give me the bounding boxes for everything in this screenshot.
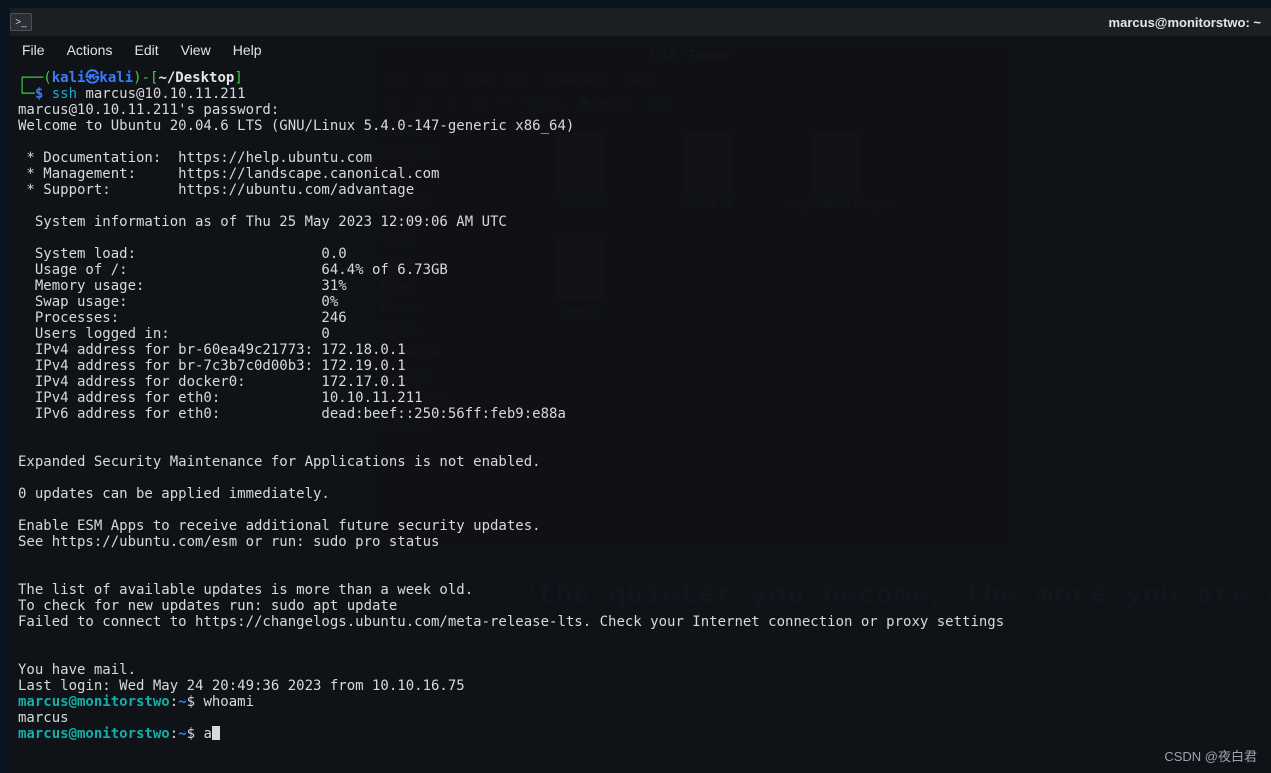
sysinfo-row: Processes: 246 bbox=[18, 310, 347, 326]
prompt-user: kali㉿kali bbox=[52, 70, 133, 86]
sysinfo-row: Usage of /: 64.4% of 6.73GB bbox=[18, 262, 448, 278]
ssh-link: * Management: https://landscape.canonica… bbox=[18, 166, 439, 182]
stale-updates-line: To check for new updates run: sudo apt u… bbox=[18, 598, 397, 614]
shell-prompt-dollar: $ bbox=[187, 726, 204, 742]
sysinfo-row: IPv4 address for br-60ea49c21773: 172.18… bbox=[18, 342, 406, 358]
sysinfo-row: System load: 0.0 bbox=[18, 246, 347, 262]
shell-cmd-whoami: whoami bbox=[203, 694, 254, 710]
mail-line: You have mail. bbox=[18, 662, 136, 678]
ssh-link: * Documentation: https://help.ubuntu.com bbox=[18, 150, 372, 166]
esm-enable-line: See https://ubuntu.com/esm or run: sudo … bbox=[18, 534, 439, 550]
ssh-welcome: Welcome to Ubuntu 20.04.6 LTS (GNU/Linux… bbox=[18, 118, 574, 134]
sysinfo-row: Swap usage: 0% bbox=[18, 294, 338, 310]
shell-prompt-path: ~ bbox=[178, 726, 186, 742]
menu-view[interactable]: View bbox=[181, 42, 211, 58]
sysinfo-row: Memory usage: 31% bbox=[18, 278, 347, 294]
sysinfo-header: System information as of Thu 25 May 2023… bbox=[18, 214, 507, 230]
prompt-paren: )-[ bbox=[133, 70, 158, 86]
shell-prompt-colon: : bbox=[170, 694, 178, 710]
shell-typed-cmd[interactable]: a bbox=[203, 726, 211, 742]
terminal-menubar: File Actions Edit View Help bbox=[10, 36, 1271, 64]
ssh-link: * Support: https://ubuntu.com/advantage bbox=[18, 182, 414, 198]
stale-updates-line: The list of available updates is more th… bbox=[18, 582, 473, 598]
prompt-end: ] bbox=[234, 70, 242, 86]
terminal-cursor bbox=[212, 726, 220, 740]
cmd-ssh-args: marcus@10.10.11.211 bbox=[77, 86, 246, 102]
prompt-path: ~/Desktop bbox=[158, 70, 234, 86]
menu-file[interactable]: File bbox=[22, 42, 45, 58]
sysinfo-row: IPv4 address for br-7c3b7c0d00b3: 172.19… bbox=[18, 358, 406, 374]
esm-line: Expanded Security Maintenance for Applic… bbox=[18, 454, 541, 470]
shell-prompt-userhost: marcus@monitorstwo bbox=[18, 726, 170, 742]
shell-prompt-path: ~ bbox=[178, 694, 186, 710]
sysinfo-row: Users logged in: 0 bbox=[18, 326, 330, 342]
sysinfo-row: IPv6 address for eth0: dead:beef::250:56… bbox=[18, 406, 566, 422]
window-title: marcus@monitorstwo: ~ bbox=[1109, 15, 1261, 30]
sysinfo-row: IPv4 address for eth0: 10.10.11.211 bbox=[18, 390, 423, 406]
menu-actions[interactable]: Actions bbox=[67, 42, 113, 58]
terminal-window[interactable]: File Actions Edit View Help ┌──(kali㉿kal… bbox=[10, 36, 1271, 773]
watermark: CSDN @夜白君 bbox=[1164, 746, 1257, 765]
menu-edit[interactable]: Edit bbox=[134, 42, 158, 58]
ssh-password-prompt: marcus@10.10.11.211's password: bbox=[18, 102, 279, 118]
prompt-corner: ┌──( bbox=[18, 70, 52, 86]
menu-help[interactable]: Help bbox=[233, 42, 262, 58]
terminal-icon: >_ bbox=[10, 13, 32, 31]
shell-prompt-colon: : bbox=[170, 726, 178, 742]
prompt-dollar: $ bbox=[35, 86, 52, 102]
shell-prompt-userhost: marcus@monitorstwo bbox=[18, 694, 170, 710]
window-titlebar[interactable]: >_ marcus@monitorstwo: ~ bbox=[10, 8, 1271, 36]
connect-fail-line: Failed to connect to https://changelogs.… bbox=[18, 614, 1004, 630]
cmd-ssh: ssh bbox=[52, 86, 77, 102]
prompt-corner2: └─ bbox=[18, 86, 35, 102]
last-login-line: Last login: Wed May 24 20:49:36 2023 fro… bbox=[18, 678, 465, 694]
updates-line: 0 updates can be applied immediately. bbox=[18, 486, 330, 502]
esm-enable-line: Enable ESM Apps to receive additional fu… bbox=[18, 518, 541, 534]
shell-prompt-dollar: $ bbox=[187, 694, 204, 710]
terminal-body[interactable]: ┌──(kali㉿kali)-[~/Desktop] └─$ ssh marcu… bbox=[10, 64, 1271, 744]
sysinfo-row: IPv4 address for docker0: 172.17.0.1 bbox=[18, 374, 406, 390]
shell-output-whoami: marcus bbox=[18, 710, 69, 726]
